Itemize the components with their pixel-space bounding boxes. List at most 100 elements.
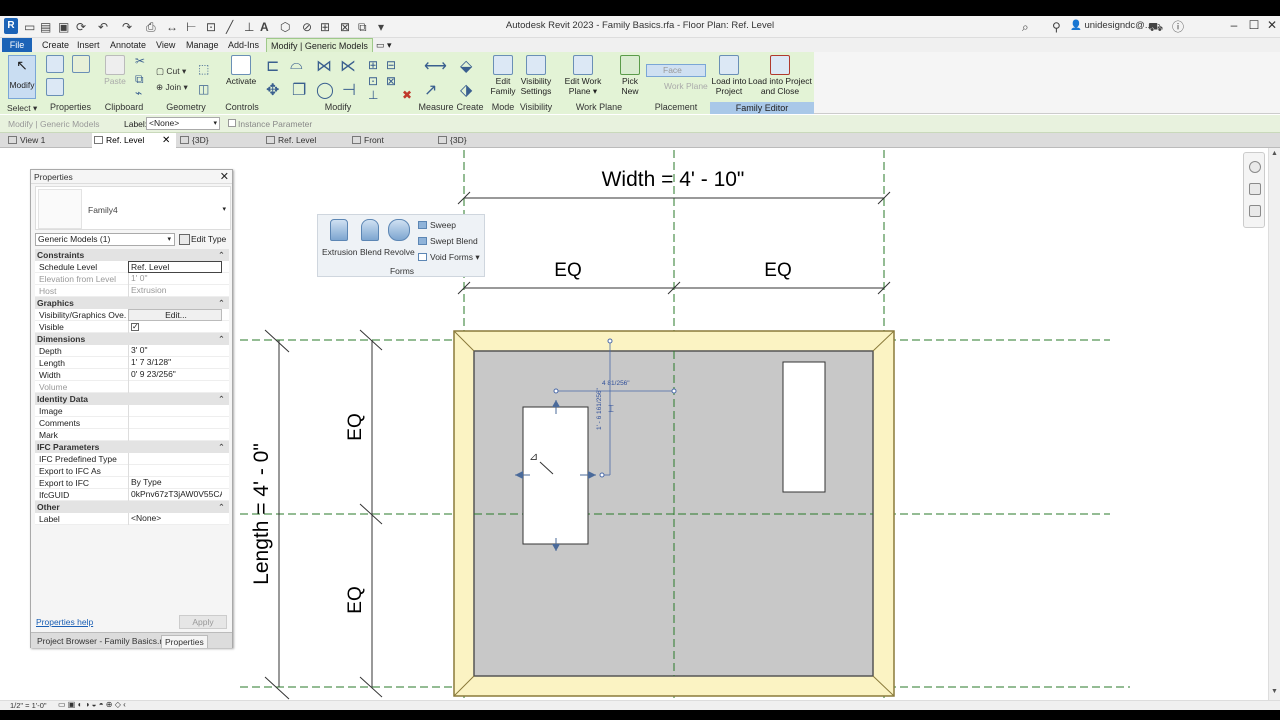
property-value[interactable]: Edit... [128, 309, 222, 321]
face-placement-button[interactable]: Face [646, 64, 706, 77]
view-scale[interactable]: 1/2" = 1'-0" [10, 701, 47, 710]
cart-icon[interactable]: ⛟ [1148, 20, 1163, 34]
eq-label-left[interactable]: EQ [554, 260, 581, 281]
view-tab-ref-level[interactable]: Ref. Level [264, 133, 348, 148]
type-dropdown-icon[interactable]: ▾ [222, 205, 226, 213]
view-tab-3d[interactable]: {3D} [178, 133, 262, 148]
load-into-project-button[interactable]: Load into Project [710, 55, 748, 96]
visible-checkbox-cell[interactable] [128, 321, 222, 333]
copy-tool-icon[interactable]: ❐ [292, 80, 306, 100]
property-value[interactable]: <None> [128, 513, 222, 525]
property-value[interactable] [128, 405, 222, 417]
property-value[interactable] [128, 429, 222, 441]
ribbon-display-toggle-icon[interactable]: ▭ ▾ [372, 38, 396, 52]
help-icon[interactable]: ⓘ [1172, 20, 1184, 34]
property-value[interactable]: 3' 0" [128, 345, 222, 357]
close-tab-icon[interactable]: ✕ [162, 133, 170, 148]
edit-work-plane-button[interactable]: Edit Work Plane ▾ [562, 55, 604, 96]
revolve-button[interactable]: Revolve [384, 247, 415, 257]
label-combo[interactable]: <None> ▾ [146, 117, 220, 130]
revolve-icon[interactable] [388, 219, 410, 241]
maximize-icon[interactable]: ☐ [1244, 18, 1264, 32]
create-group-icon[interactable]: ⬗ [460, 80, 472, 100]
instance-parameter-checkbox[interactable] [228, 119, 236, 127]
void-forms-button[interactable]: Void Forms ▾ [418, 252, 480, 263]
visibility-settings-button[interactable]: Visibility Settings [520, 55, 552, 96]
search-icon[interactable]: ⌕ [1022, 20, 1029, 34]
trim-tool-icon[interactable]: ⊣ [342, 80, 356, 100]
array-tool-icon[interactable]: ⊟ [386, 58, 396, 72]
paste-button[interactable]: Paste [104, 55, 126, 86]
instance-filter-combo[interactable]: Generic Models (1) ▾ [35, 233, 175, 246]
minimize-icon[interactable]: – [1224, 18, 1244, 32]
activate-button[interactable]: Activate [226, 55, 256, 86]
property-group-header[interactable]: Dimensions ⌃ [35, 333, 229, 345]
property-value[interactable]: 0' 9 23/256" [128, 369, 222, 381]
temp-dimension-horizontal-text[interactable]: 4 81/256" [602, 380, 630, 387]
measure-icon[interactable]: ⟷ [424, 56, 447, 76]
view-tab-front[interactable]: Front [350, 133, 434, 148]
detail-level-icon[interactable]: ▭ ▣ ◐ ◑ ◒ ◓ ⊕ ◇ ‹ [58, 700, 126, 709]
property-group-header[interactable]: IFC Parameters ⌃ [35, 441, 229, 453]
property-value[interactable] [128, 453, 222, 465]
view-tab-ref-level-active[interactable]: Ref. Level ✕ [92, 133, 176, 148]
type-selector[interactable]: Family4 ▾ [35, 186, 231, 230]
extrusion-icon[interactable] [330, 219, 348, 241]
tab-annotate[interactable]: Annotate [106, 38, 150, 52]
blend-icon[interactable] [361, 219, 379, 241]
properties-help-link[interactable]: Properties help [36, 617, 93, 627]
second-extrusion[interactable] [782, 361, 826, 493]
collapse-icon[interactable]: ⌃ [218, 441, 225, 453]
length-dimension-label[interactable]: Length = 4' - 0" [250, 443, 273, 585]
zoom-icon[interactable] [1249, 183, 1261, 195]
property-group-header[interactable]: Identity Data ⌃ [35, 393, 229, 405]
align-tool-icon[interactable]: ⊏ [266, 56, 279, 76]
join-button[interactable]: ⊕ Join ▾ [156, 82, 188, 93]
collapse-icon[interactable]: ⌃ [218, 249, 225, 261]
split-tool-icon[interactable]: ⊞ [368, 58, 378, 72]
edit-family-button[interactable]: Edit Family [488, 55, 518, 96]
horizontal-scrollbar[interactable] [0, 700, 1280, 710]
edit-type-button[interactable]: Edit Type [177, 232, 229, 246]
move-tool-icon[interactable]: ✥ [266, 80, 279, 100]
eq-label-top[interactable]: EQ [345, 413, 366, 440]
pick-new-button[interactable]: Pick New [616, 55, 644, 96]
binoculars-icon[interactable]: ⚲ [1052, 20, 1061, 34]
eq-label-bottom[interactable]: EQ [345, 586, 366, 613]
checkbox-checked-icon[interactable] [131, 321, 139, 332]
property-group-header[interactable]: Other ⌃ [35, 501, 229, 513]
tab-view[interactable]: View [152, 38, 179, 52]
collapse-icon[interactable]: ⌃ [218, 501, 225, 513]
close-window-icon[interactable]: ✕ [1262, 18, 1280, 32]
work-plane-placement-button[interactable]: Work Plane [664, 81, 708, 91]
temp-dimension-vertical-text[interactable]: 1' - 6 161/256" [596, 387, 603, 430]
offset-tool-icon[interactable]: ⌓ [290, 56, 303, 74]
tab-manage[interactable]: Manage [182, 38, 223, 52]
width-dimension-label[interactable]: Width = 4' - 10" [602, 168, 745, 191]
tab-project-browser[interactable]: Project Browser - Family Basics.rfa [34, 635, 172, 648]
collapse-icon[interactable]: ⌃ [218, 297, 225, 309]
zoom-region-icon[interactable] [1249, 205, 1261, 217]
collapse-icon[interactable]: ⌃ [218, 393, 225, 405]
lock-dimension-icon[interactable]: ⌶ [608, 404, 614, 415]
tab-create[interactable]: Create [38, 38, 73, 52]
properties-button[interactable] [45, 55, 65, 74]
tab-insert[interactable]: Insert [73, 38, 104, 52]
tab-add-ins[interactable]: Add-Ins [224, 38, 263, 52]
tab-properties[interactable]: Properties [161, 635, 208, 648]
swept-blend-button[interactable]: Swept Blend [418, 236, 478, 246]
geometry-icon-1[interactable]: ⬚ [198, 62, 209, 76]
property-value[interactable] [128, 465, 222, 477]
property-value[interactable] [128, 417, 222, 429]
property-value[interactable]: By Type [128, 477, 222, 489]
property-value[interactable]: 0kPnv67zT3jAW0V55CA... [128, 489, 222, 501]
apply-button[interactable]: Apply [179, 615, 227, 629]
type-properties-button[interactable] [45, 78, 65, 97]
extrusion-button[interactable]: Extrusion [322, 247, 357, 257]
property-group-header[interactable]: Graphics ⌃ [35, 297, 229, 309]
view-tab-3d-2[interactable]: {3D} [436, 133, 520, 148]
collapse-icon[interactable]: ⌃ [218, 333, 225, 345]
cut-button[interactable]: ▢ Cut ▾ [156, 66, 186, 77]
sweep-button[interactable]: Sweep [418, 220, 456, 230]
rotate-tool-icon[interactable]: ◯ [316, 80, 334, 100]
